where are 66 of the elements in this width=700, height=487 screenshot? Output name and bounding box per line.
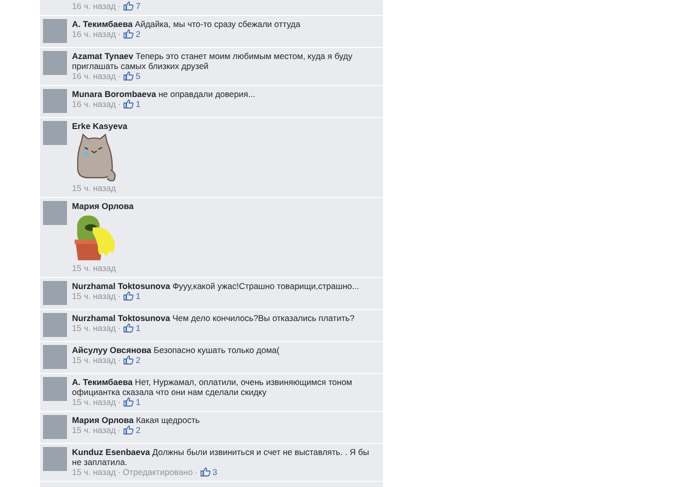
comment-text: Айсулуу Овсянова Безопасно кушать только дома( — [72, 345, 280, 355]
avatar-photo-placeholder[interactable] — [43, 313, 67, 337]
comment-time[interactable]: 15 ч. назад — [72, 183, 116, 193]
avatar-photo-placeholder[interactable] — [43, 415, 67, 439]
separator-dot: · — [118, 1, 121, 11]
separator-dot: · — [118, 467, 121, 477]
separator-dot: · — [118, 29, 121, 39]
like-count[interactable]: 1 — [136, 397, 140, 407]
thumbs-up-icon — [122, 323, 134, 333]
like-count[interactable]: 2 — [136, 355, 140, 365]
thumbs-up-icon — [122, 355, 134, 365]
comment-time[interactable]: 15 ч. назад — [72, 323, 116, 333]
comment-text: Kunduz Esenbaeva Должны были извиниться и счет не выставлять. . Я бы не заплатила. — [72, 447, 370, 467]
thumbs-up-icon — [122, 291, 134, 301]
separator-dot: · — [118, 291, 121, 301]
avatar-photo-placeholder[interactable] — [43, 121, 67, 145]
avatar-photo-placeholder[interactable] — [43, 201, 67, 225]
avatar-photo-placeholder[interactable] — [43, 377, 67, 401]
comment-text: Munara Borombaeva не оправдали доверия... — [72, 89, 256, 99]
separator-dot: · — [118, 355, 121, 365]
thumbs-up-icon — [122, 425, 134, 435]
comment-time[interactable]: 15 ч. назад — [72, 467, 116, 477]
comment-text: Azamat Tynaev Теперь это станет моим любимым местом, куда я буду приглашать самых близких друзей — [72, 51, 354, 71]
like-count[interactable]: 2 — [136, 29, 140, 39]
comment-text: А. Текимбаева Нет, Нуржамал, оплатили, очень извиняющимся тоном официантка сказала что они нам сделали скидку — [72, 377, 354, 397]
comment-text: Nurzhamal Toktosunova Фууу,какой ужас!Страшно товарищи,страшно... — [72, 281, 360, 291]
comment-time[interactable]: 16 ч. назад — [72, 1, 116, 11]
like-count[interactable]: 3 — [212, 467, 218, 477]
avatar-photo-placeholder[interactable] — [43, 281, 67, 305]
comment-time[interactable]: 15 ч. назад — [72, 397, 116, 407]
comment-time[interactable]: 16 ч. назад — [72, 29, 116, 39]
thumbs-up-icon — [122, 1, 134, 11]
avatar-photo-placeholder[interactable] — [43, 447, 67, 471]
avatar-photo-placeholder[interactable] — [43, 19, 67, 43]
like-count[interactable]: 1 — [136, 291, 140, 301]
comment-text: А. Текимбаева Айдайка, мы что-то сразу сбежали оттуда — [72, 19, 302, 29]
separator-dot: · — [118, 425, 121, 435]
thumbs-up-icon — [122, 71, 134, 81]
avatar-photo-placeholder[interactable] — [43, 89, 67, 113]
like-count[interactable]: 1 — [136, 99, 140, 109]
separator-dot: · — [118, 99, 121, 109]
edited-label[interactable]: Отредактировано — [122, 467, 193, 477]
comment-text: Erke Kasyeva — [72, 121, 128, 131]
like-count[interactable]: 7 — [136, 1, 140, 11]
like-count[interactable]: 2 — [136, 425, 140, 435]
thumbs-up-icon — [122, 29, 134, 39]
avatar-photo-placeholder[interactable] — [43, 345, 67, 369]
separator-dot: · — [118, 71, 121, 81]
comment-text: Мария Орлова Какая щедрость — [72, 415, 201, 425]
thumbs-up-icon — [200, 467, 211, 477]
separator-dot: · — [118, 323, 121, 333]
like-count[interactable]: 1 — [136, 323, 140, 333]
comment-time[interactable]: 15 ч. назад — [72, 263, 116, 273]
comment-time[interactable]: 15 ч. назад — [72, 425, 116, 435]
separator-dot: · — [118, 397, 121, 407]
comment-time[interactable]: 15 ч. назад — [72, 355, 116, 365]
like-count[interactable]: 5 — [136, 71, 140, 81]
comment-text: Мария Орлова — [72, 201, 135, 211]
separator-dot: · — [194, 467, 198, 477]
thumbs-up-icon — [122, 397, 134, 407]
avatar-photo-placeholder[interactable] — [43, 51, 67, 75]
comment-time[interactable]: 16 ч. назад — [72, 99, 116, 109]
thumbs-up-icon — [122, 99, 134, 109]
comment-time[interactable]: 16 ч. назад — [72, 71, 116, 81]
comment-time[interactable]: 15 ч. назад — [72, 291, 116, 301]
comment-text: Nurzhamal Toktosunova Чем дело кончилось?Вы отказались платить? — [72, 313, 356, 323]
